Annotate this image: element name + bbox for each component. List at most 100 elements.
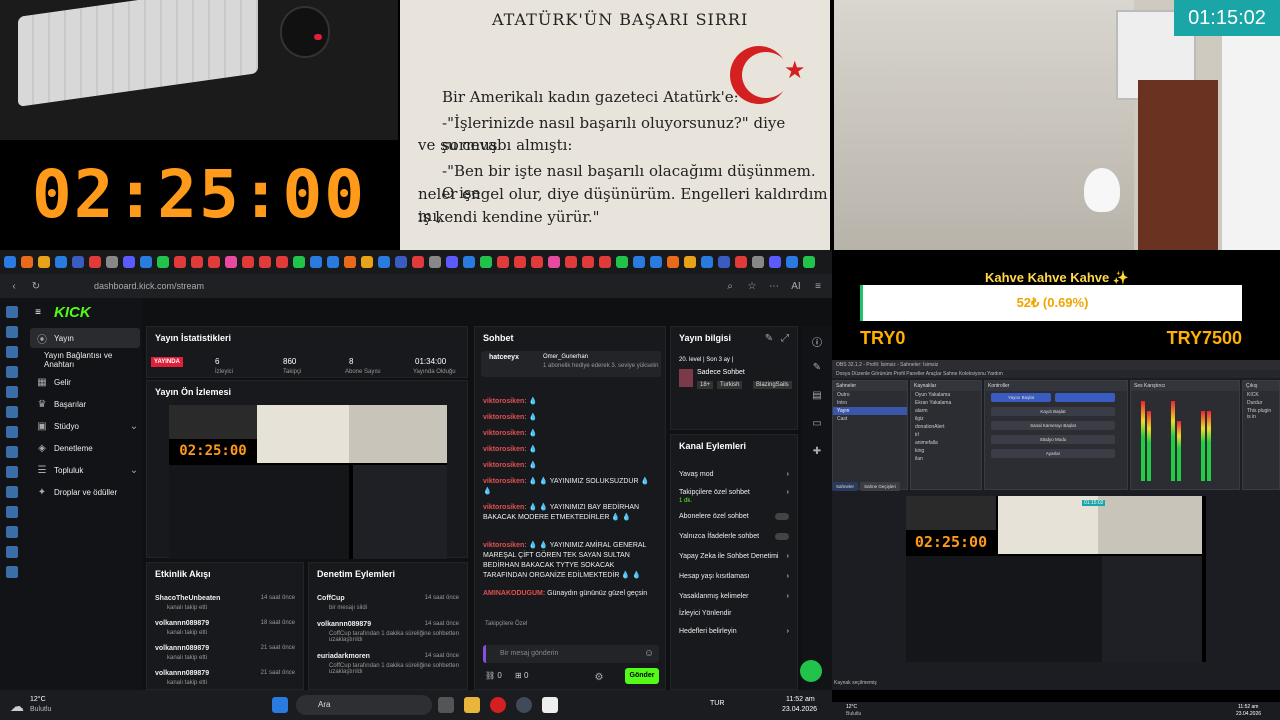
source-item[interactable]: ilan [911, 455, 981, 463]
browser-tab-icon[interactable] [548, 256, 560, 268]
scene-item[interactable]: Yayın [833, 407, 907, 415]
rail-shortcut-icon[interactable] [6, 366, 18, 378]
browser-tab-icon[interactable] [582, 256, 594, 268]
puzzle-icon[interactable]: ✚ [811, 446, 823, 457]
action-raid[interactable]: İzleyici Yönlendir [679, 610, 789, 617]
action-banned-words[interactable]: Yasaklanmış kelimeler › [679, 593, 789, 600]
action-followers-only[interactable]: Takipçilere özel sohbet › [679, 489, 789, 496]
browser-tab-icon[interactable] [769, 256, 781, 268]
rail-shortcut-icon[interactable] [6, 546, 18, 558]
sidebar-item-basarilar[interactable]: ♛ Başarılar [30, 394, 140, 414]
settings-icon[interactable]: ⚙ [593, 672, 605, 683]
layout-icon[interactable]: ▤ [811, 390, 823, 401]
ai-icon[interactable]: AI [790, 281, 802, 292]
rail-shortcut-icon[interactable] [6, 506, 18, 518]
browser-tab-icon[interactable] [208, 256, 220, 268]
extensions-icon[interactable]: ⋯ [768, 281, 780, 292]
notion-icon[interactable] [542, 697, 558, 713]
sidebar-item-stream-key[interactable]: Yayın Bağlantısı ve Anahtarı [30, 350, 140, 370]
browser-tab-icon[interactable] [191, 256, 203, 268]
browser-tab-icon[interactable] [803, 256, 815, 268]
browser-tab-icon[interactable] [463, 256, 475, 268]
browser-tab-icon[interactable] [565, 256, 577, 268]
start-stream-button[interactable]: Yayını Başlat [991, 393, 1051, 402]
browser-tab-icon[interactable] [327, 256, 339, 268]
emoji-icon[interactable]: ☺ [643, 648, 655, 659]
hamburger-icon[interactable]: ≡ [32, 307, 44, 318]
browser-tab-icon[interactable] [89, 256, 101, 268]
sidebar-item-studyo[interactable]: ▣ Stüdyo ⌄ [30, 416, 140, 436]
browser-tab-icon[interactable] [429, 256, 441, 268]
browser-tab-icon[interactable] [480, 256, 492, 268]
source-item[interactable]: Ekran Yakalama [911, 399, 981, 407]
browser-tab-icon[interactable] [225, 256, 237, 268]
browser-tab-icon[interactable] [21, 256, 33, 268]
source-item[interactable]: irl [911, 431, 981, 439]
obs-tab-transitions[interactable]: Sahne Geçişleri [860, 482, 900, 491]
browser-tab-icon[interactable] [140, 256, 152, 268]
pencil-icon[interactable]: ✎ [811, 362, 823, 373]
browser-tab-icon[interactable] [701, 256, 713, 268]
browser-tab-icon[interactable] [4, 256, 16, 268]
sidebar-item-topluluk[interactable]: ☰ Topluluk ⌄ [30, 460, 140, 480]
menu-icon[interactable]: ≡ [812, 281, 824, 292]
action-subs-only[interactable]: Abonelere özel sohbet [679, 513, 789, 520]
settings-button[interactable]: Ayarlar [991, 449, 1115, 458]
bookmark-icon[interactable]: ☆ [746, 281, 758, 292]
sidebar-item-droplar[interactable]: ✦ Droplar ve ödüller [30, 482, 140, 502]
browser-tab-icon[interactable] [174, 256, 186, 268]
rail-shortcut-icon[interactable] [6, 426, 18, 438]
browser-tab-icon[interactable] [514, 256, 526, 268]
rail-shortcut-icon[interactable] [6, 466, 18, 478]
rail-shortcut-icon[interactable] [6, 406, 18, 418]
browser-tab-icon[interactable] [378, 256, 390, 268]
action-slow-mode[interactable]: Yavaş mod › [679, 471, 789, 478]
virtual-cam-button[interactable]: Sanal Kamerayı Başlat [991, 421, 1115, 430]
edit-icon[interactable]: ✎ [763, 333, 775, 344]
start-icon[interactable] [272, 697, 288, 713]
browser-tab-icon[interactable] [38, 256, 50, 268]
preview-video[interactable]: 02:25:00 [169, 405, 447, 559]
file-explorer-icon[interactable] [464, 697, 480, 713]
browser-tab-icon[interactable] [786, 256, 798, 268]
browser-tab-icon[interactable] [735, 256, 747, 268]
taskbar-search[interactable]: Ara [296, 695, 432, 715]
clock-date[interactable]: 23.04.2026 [782, 706, 817, 713]
browser-tab-icon[interactable] [412, 256, 424, 268]
browser-tab-icon[interactable] [395, 256, 407, 268]
rail-shortcut-icon[interactable] [6, 346, 18, 358]
source-item[interactable]: donationAlert [911, 423, 981, 431]
action-ai-moderation[interactable]: Yapay Zeka ile Sohbet Denetimi › [679, 553, 789, 560]
popout-icon[interactable]: ⤢ [779, 333, 791, 344]
tag[interactable]: Turkish [717, 381, 743, 389]
browser-tab-icon[interactable] [752, 256, 764, 268]
browser-tab-icon[interactable] [667, 256, 679, 268]
browser-tab-icon[interactable] [633, 256, 645, 268]
sidebar-item-denetleme[interactable]: ◈ Denetleme [30, 438, 140, 458]
reload-icon[interactable]: ↻ [30, 281, 42, 292]
browser-tab-icon[interactable] [276, 256, 288, 268]
browser-tab-icon[interactable] [616, 256, 628, 268]
rail-shortcut-icon[interactable] [6, 306, 18, 318]
browser-tab-icon[interactable] [531, 256, 543, 268]
action-account-age[interactable]: Hesap yaşı kısıtlaması › [679, 573, 789, 580]
url-field[interactable]: dashboard.kick.com/stream [94, 281, 204, 291]
browser-tab-icon[interactable] [718, 256, 730, 268]
browser-tab-icon[interactable] [446, 256, 458, 268]
chat-bubble-icon[interactable]: ▭ [811, 418, 823, 429]
source-item[interactable]: ilgiz [911, 415, 981, 423]
stop-stream-button[interactable] [1055, 393, 1115, 402]
browser-tab-icon[interactable] [55, 256, 67, 268]
toggle[interactable] [775, 533, 789, 540]
rail-shortcut-icon[interactable] [6, 486, 18, 498]
action-goals[interactable]: Hedefleri belirleyin › [679, 628, 789, 635]
browser-tab-icon[interactable] [310, 256, 322, 268]
browser-tab-icon[interactable] [242, 256, 254, 268]
source-item[interactable]: alarm [911, 407, 981, 415]
task-view-icon[interactable] [438, 697, 454, 713]
rail-shortcut-icon[interactable] [6, 526, 18, 538]
toggle[interactable] [775, 513, 789, 520]
scene-item[interactable]: Outro [833, 391, 907, 399]
browser-tab-icon[interactable] [684, 256, 696, 268]
back-icon[interactable]: ‹ [8, 281, 20, 292]
